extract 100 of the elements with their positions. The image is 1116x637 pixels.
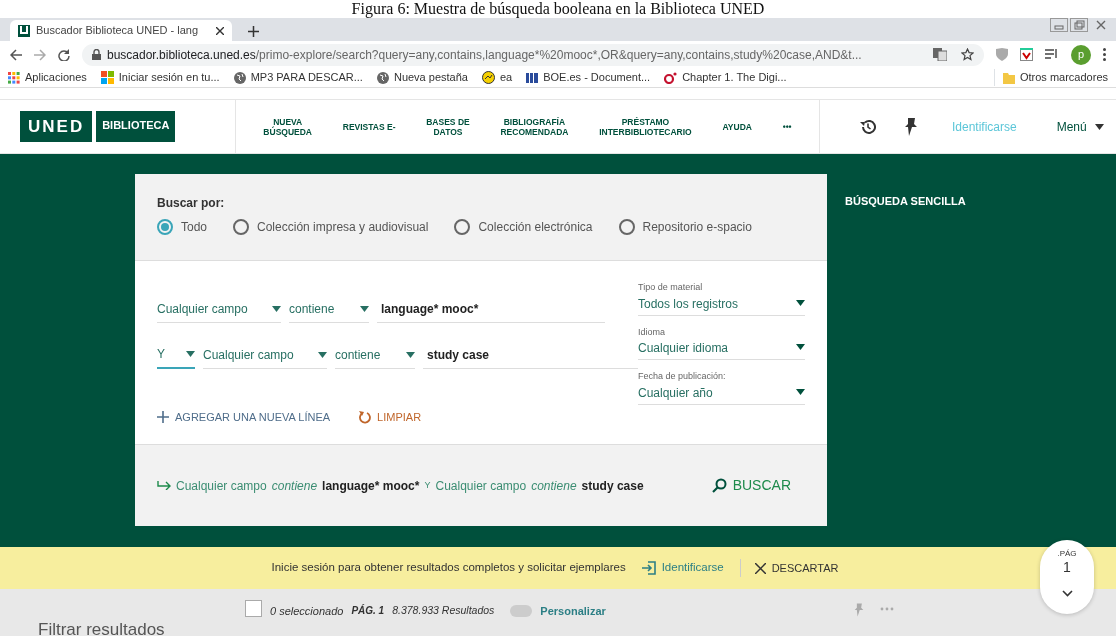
filter-label: Idioma: [638, 325, 666, 339]
extension-icon[interactable]: [1020, 48, 1033, 61]
scope-radio[interactable]: Colección electrónica: [454, 218, 593, 236]
ring-logo-icon: [664, 71, 678, 84]
query-input[interactable]: study case: [423, 345, 638, 369]
nav-link[interactable]: AYUDA: [716, 120, 758, 133]
browser-tab[interactable]: Buscador Biblioteca UNED - lang: [10, 20, 232, 41]
page-label: PÁG. 1: [351, 603, 385, 618]
summary-value: study case: [581, 477, 644, 495]
windows-logo-icon: [100, 71, 114, 84]
plus-icon: [157, 411, 169, 424]
filter-dropdown[interactable]: Cualquier año: [638, 383, 805, 402]
summary-value: language* mooc*: [322, 477, 420, 495]
simple-search-link[interactable]: BÚSQUEDA SENCILLA: [839, 192, 972, 211]
smiley-icon: [481, 71, 495, 84]
more-menu-icon[interactable]: [1103, 48, 1106, 61]
media-playlist-icon[interactable]: [1045, 49, 1059, 60]
nav-link[interactable]: BASES DE DATOS: [420, 115, 476, 138]
filter-label: Tipo de material: [638, 281, 704, 294]
field-dropdown[interactable]: Cualquier campo: [157, 299, 281, 323]
caret-icon: [406, 351, 415, 358]
caret-icon: [186, 351, 195, 357]
operator-dropdown[interactable]: contiene: [335, 345, 415, 369]
reset-icon: [358, 410, 372, 425]
pin-icon[interactable]: [904, 117, 918, 136]
lock-icon: [92, 49, 101, 60]
filter-title: Filtrar resultados: [37, 619, 166, 637]
chevron-down-icon[interactable]: [1061, 590, 1073, 597]
caret-icon: [796, 344, 805, 350]
summary-operator: contiene: [531, 477, 577, 495]
logo-text[interactable]: BIBLIOTECA: [96, 110, 176, 143]
summary-field: Cualquier campo: [176, 476, 267, 495]
summary-operator: contiene: [271, 477, 318, 495]
dismiss-button[interactable]: DESCARTAR: [739, 558, 845, 578]
search-scope-label: Buscar por:: [157, 195, 226, 212]
apps-grid-icon: [8, 71, 20, 84]
new-tab-icon[interactable]: [248, 26, 259, 37]
boolean-dropdown[interactable]: Y: [157, 345, 195, 369]
folder-icon: [1002, 71, 1015, 84]
summary-field: Cualquier campo: [435, 476, 527, 495]
bookmark-folder[interactable]: Otros marcadores: [993, 69, 1108, 86]
query-input[interactable]: language* mooc*: [377, 299, 605, 323]
menu-button[interactable]: Menú: [1050, 116, 1110, 137]
nav-link[interactable]: REVISTAS E-: [336, 120, 402, 133]
logo[interactable]: UNED: [20, 110, 93, 143]
bookmark-item[interactable]: Chapter 1. The Digi...: [664, 69, 787, 86]
restore-icon[interactable]: [1070, 18, 1088, 32]
radio-icon[interactable]: [618, 219, 635, 235]
sign-in-link[interactable]: Identificarse: [635, 558, 730, 578]
figure-caption: Figura 6: Muestra de búsqueda booleana en la Biblioteca UNED: [351, 0, 765, 17]
close-icon[interactable]: [216, 26, 224, 35]
caret-icon: [796, 388, 805, 395]
nav-link[interactable]: NUEVA BÚSQUEDA: [257, 115, 318, 138]
nav-link[interactable]: •••: [776, 120, 798, 133]
selected-count: 0 seleccionado: [270, 604, 344, 619]
scope-radio[interactable]: Repositorio e-spacio: [618, 218, 752, 236]
radio-icon[interactable]: [454, 219, 471, 235]
bookmark-item[interactable]: BOE.es - Document...: [526, 69, 651, 86]
site-favicon-icon: [20, 26, 28, 35]
add-line-button[interactable]: AGREGAR UNA NUEVA LÍNEA: [157, 409, 331, 426]
star-icon[interactable]: [961, 48, 974, 61]
radio-icon[interactable]: [233, 219, 250, 235]
bookmark-item[interactable]: MP3 PARA DESCAR...: [233, 69, 363, 86]
globe-icon: [233, 71, 246, 84]
scope-radio[interactable]: Colección impresa y audiovisual: [233, 218, 429, 236]
page-indicator-label: .PÁG: [1057, 548, 1077, 560]
address-bar[interactable]: buscador.biblioteca.uned.es/primo-explore/search?query=any,contains,language*%20mooc*,OR&query=any,contains,study%20case,AND&t...: [82, 43, 984, 66]
caret-icon: [360, 305, 369, 312]
radio-icon[interactable]: [157, 219, 173, 235]
nav-link[interactable]: BIBLIOGRAFÍA RECOMENDADA: [494, 115, 575, 138]
select-all-checkbox[interactable]: [245, 600, 262, 617]
arrow-icon: [157, 481, 171, 490]
filter-label: Fecha de publicación:: [638, 370, 727, 383]
filter-dropdown[interactable]: Cualquier idioma: [638, 339, 805, 357]
personalize-label[interactable]: Personalizar: [540, 603, 606, 620]
scope-radio[interactable]: Todo: [157, 218, 208, 236]
operator-dropdown[interactable]: contiene: [289, 299, 369, 323]
bookmark-item[interactable]: Nueva pestaña: [376, 69, 468, 86]
close-icon: [754, 562, 766, 574]
back-arrow-icon[interactable]: [10, 48, 22, 61]
bookmark-item[interactable]: Iniciar sesión en tu...: [100, 69, 220, 86]
globe-icon: [376, 71, 389, 84]
caret-icon: [796, 299, 805, 306]
toggle-switch[interactable]: [510, 605, 533, 618]
caret-icon: [1094, 123, 1104, 130]
bookmark-item[interactable]: ea: [481, 69, 513, 86]
banner-message: Inicie sesión para obtener resultados completos y solicitar ejemplares: [271, 560, 626, 576]
summary-boolean: Y: [424, 478, 431, 492]
history-icon[interactable]: [860, 118, 876, 135]
search-button[interactable]: BUSCAR: [705, 474, 797, 497]
clear-button[interactable]: LIMPIAR: [358, 409, 422, 426]
bookmark-item[interactable]: Aplicaciones: [8, 69, 87, 86]
translate-icon[interactable]: [933, 48, 947, 61]
filter-dropdown[interactable]: Todos los registros: [638, 294, 805, 313]
caret-icon: [318, 351, 327, 358]
field-dropdown[interactable]: Cualquier campo: [203, 345, 327, 369]
page-number: 1: [1063, 560, 1071, 574]
reload-icon[interactable]: [58, 48, 70, 61]
sign-in-icon: [641, 561, 656, 575]
nav-link[interactable]: PRÉSTAMO INTERBIBLIOTECARIO: [593, 115, 698, 138]
